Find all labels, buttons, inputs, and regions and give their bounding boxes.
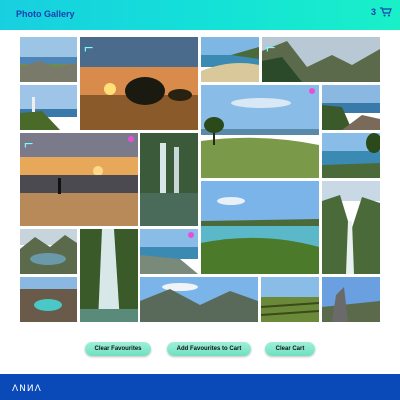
photo-green-hill-tree[interactable] <box>201 85 319 178</box>
photo-waterfall-forest[interactable] <box>140 133 198 226</box>
photo-blue-water-cove[interactable] <box>322 133 380 178</box>
photo-town-coast[interactable] <box>140 229 198 274</box>
favourite-dot-icon <box>188 232 194 238</box>
photo-lighthouse[interactable] <box>20 85 77 130</box>
photo-sunset-trees[interactable]: ⌐ <box>80 37 198 130</box>
select-mark-icon: ⌐ <box>266 40 275 57</box>
clear-cart-button[interactable]: Clear Cart <box>265 342 315 356</box>
select-mark-icon: ⌐ <box>24 136 33 153</box>
photo-beach-sunset-person[interactable]: ⌐ <box>20 133 138 226</box>
footer: ΛNИΛ <box>0 374 400 400</box>
photo-crater-lake[interactable] <box>20 277 77 322</box>
photo-coast-rocks[interactable] <box>322 85 380 130</box>
cart-icon <box>380 7 392 17</box>
add-favourites-to-cart-button[interactable]: Add Favourites to Cart <box>167 342 251 356</box>
photo-rock-monument[interactable] <box>322 277 380 322</box>
photo-mountain-ridge[interactable]: ⌐ <box>262 37 380 82</box>
cart-count: 3 <box>370 7 376 17</box>
photo-bay-islands[interactable] <box>201 181 319 274</box>
photo-gallery: ⌐ ⌐ ⌐ <box>16 33 384 331</box>
app-header: Photo Gallery 3 <box>0 0 400 30</box>
favourite-dot-icon <box>309 88 315 94</box>
photo-vineyard[interactable] <box>261 277 319 322</box>
cart-button[interactable]: 3 <box>371 7 392 17</box>
page-title: Photo Gallery <box>16 9 75 19</box>
select-mark-icon: ⌐ <box>84 40 93 57</box>
clear-favourites-button[interactable]: Clear Favourites <box>85 342 151 356</box>
photo-tall-waterfall[interactable] <box>80 229 138 322</box>
svg-text:ΛNИΛ: ΛNИΛ <box>12 384 42 394</box>
photo-mountain-range[interactable] <box>140 277 258 322</box>
favourite-dot-icon <box>128 136 134 142</box>
photo-green-valley[interactable] <box>322 181 380 274</box>
photo-beach-bay[interactable] <box>201 37 259 82</box>
photo-rocky-coast[interactable] <box>20 37 77 82</box>
photo-lake-valley[interactable] <box>20 229 77 274</box>
brand-logo-icon: ΛNИΛ <box>12 384 42 394</box>
